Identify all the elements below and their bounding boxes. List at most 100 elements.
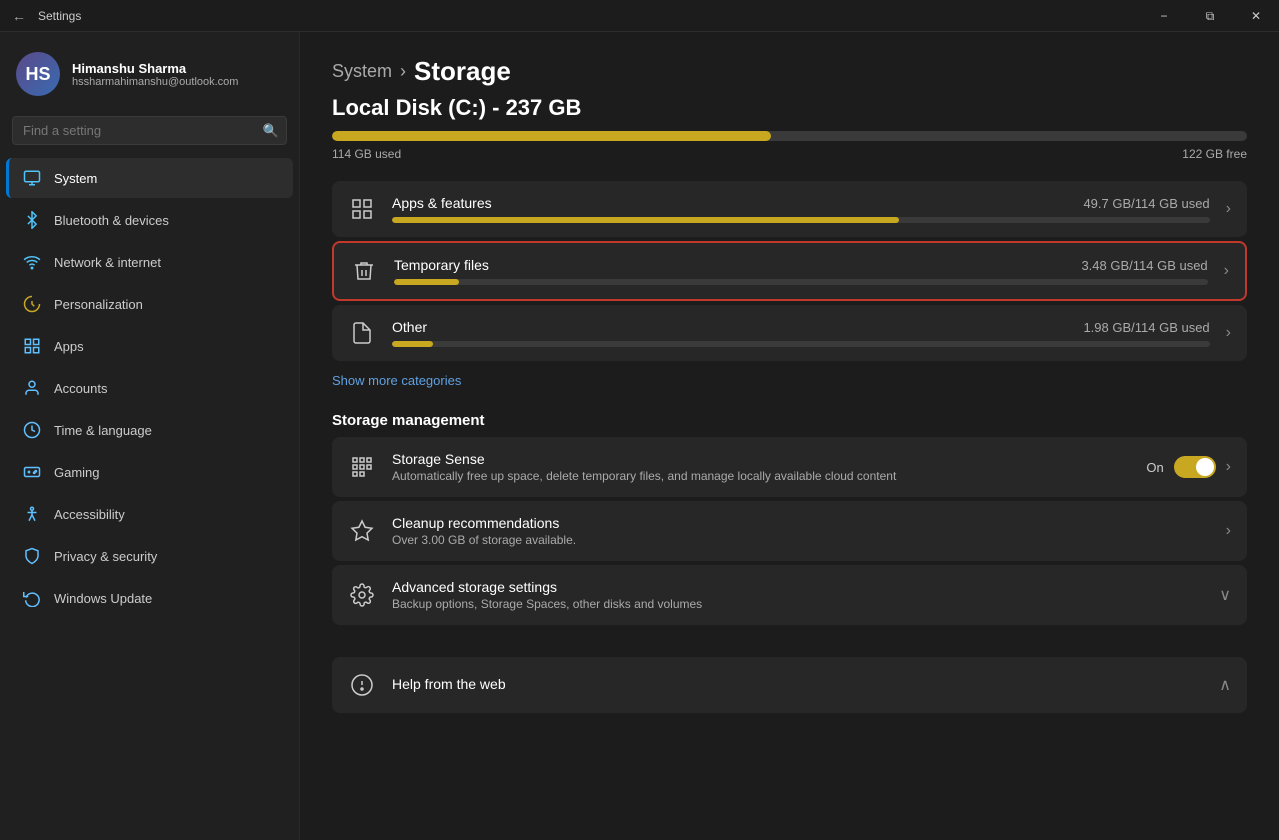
accounts-icon: [22, 378, 42, 398]
help-label: Help from the web: [392, 676, 1203, 692]
sidebar-item-accounts[interactable]: Accounts: [6, 368, 293, 408]
main-content: System › Storage Local Disk (C:) - 237 G…: [300, 32, 1279, 840]
mgmt-card-storage-sense[interactable]: Storage Sense Automatically free up spac…: [332, 437, 1247, 497]
apps-icon: [22, 336, 42, 356]
network-icon: [22, 252, 42, 272]
personalization-icon: [22, 294, 42, 314]
gaming-icon: [22, 462, 42, 482]
mgmt-card-cleanup[interactable]: Cleanup recommendations Over 3.00 GB of …: [332, 501, 1247, 561]
storage-card-temporary-files[interactable]: Temporary files 3.48 GB/114 GB used ›: [332, 241, 1247, 301]
storage-sense-icon: [348, 453, 376, 481]
close-button[interactable]: ✕: [1233, 0, 1279, 32]
storage-card-apps-features[interactable]: Apps & features 49.7 GB/114 GB used ›: [332, 181, 1247, 237]
breadcrumb-parent[interactable]: System: [332, 61, 392, 82]
temporary-files-content: Temporary files 3.48 GB/114 GB used: [394, 257, 1208, 285]
cleanup-icon: [348, 517, 376, 545]
temporary-files-bar-fill: [394, 279, 459, 285]
windows-update-icon: [22, 588, 42, 608]
apps-features-content: Apps & features 49.7 GB/114 GB used: [392, 195, 1210, 223]
other-content: Other 1.98 GB/114 GB used: [392, 319, 1210, 347]
other-icon: [348, 319, 376, 347]
temporary-files-size: 3.48 GB/114 GB used: [1081, 258, 1207, 273]
sidebar-label-time: Time & language: [54, 423, 152, 438]
show-more-link[interactable]: Show more categories: [332, 365, 461, 396]
breadcrumb-current: Storage: [414, 56, 511, 87]
storage-sense-label: Storage Sense: [392, 451, 1130, 467]
sidebar-label-accounts: Accounts: [54, 381, 107, 396]
sidebar-label-gaming: Gaming: [54, 465, 100, 480]
other-chevron: ›: [1226, 324, 1231, 342]
advanced-desc: Backup options, Storage Spaces, other di…: [392, 597, 1203, 611]
system-icon: [22, 168, 42, 188]
sidebar-item-network[interactable]: Network & internet: [6, 242, 293, 282]
storage-sense-right: On ›: [1146, 456, 1231, 478]
minimize-button[interactable]: −: [1141, 0, 1187, 32]
apps-features-size: 49.7 GB/114 GB used: [1083, 196, 1209, 211]
storage-management-title: Storage management: [332, 412, 1247, 429]
apps-features-chevron: ›: [1226, 200, 1231, 218]
temporary-files-label: Temporary files: [394, 257, 489, 273]
advanced-chevron-down: ∨: [1219, 585, 1231, 605]
other-bar-bg: [392, 341, 1210, 347]
other-label: Other: [392, 319, 427, 335]
sidebar-item-windows-update[interactable]: Windows Update: [6, 578, 293, 618]
back-button[interactable]: ←: [12, 8, 26, 24]
user-profile[interactable]: HS Himanshu Sharma hssharmahimanshu@outl…: [0, 32, 299, 112]
sidebar-item-personalization[interactable]: Personalization: [6, 284, 293, 324]
window-controls: − ⧉ ✕: [1141, 0, 1279, 32]
accessibility-icon: [22, 504, 42, 524]
help-chevron-up: ∧: [1219, 675, 1231, 695]
disk-used-label: 114 GB used: [332, 147, 401, 161]
disk-header: Local Disk (C:) - 237 GB 114 GB used 122…: [332, 95, 1247, 161]
apps-features-label: Apps & features: [392, 195, 492, 211]
sidebar-item-system[interactable]: System: [6, 158, 293, 198]
mgmt-card-advanced[interactable]: Advanced storage settings Backup options…: [332, 565, 1247, 625]
search-input[interactable]: [12, 116, 287, 145]
sidebar-item-time[interactable]: Time & language: [6, 410, 293, 450]
other-size: 1.98 GB/114 GB used: [1083, 320, 1209, 335]
cleanup-label: Cleanup recommendations: [392, 515, 1210, 531]
disk-bar-container: [332, 131, 1247, 141]
disk-free-label: 122 GB free: [1182, 147, 1247, 161]
cleanup-chevron: ›: [1226, 522, 1231, 540]
apps-features-bar-bg: [392, 217, 1210, 223]
restore-button[interactable]: ⧉: [1187, 0, 1233, 32]
temporary-files-chevron: ›: [1224, 262, 1229, 280]
disk-title: Local Disk (C:) - 237 GB: [332, 95, 1247, 121]
app-layout: HS Himanshu Sharma hssharmahimanshu@outl…: [0, 32, 1279, 840]
disk-stats: 114 GB used 122 GB free: [332, 147, 1247, 161]
cleanup-desc: Over 3.00 GB of storage available.: [392, 533, 1210, 547]
advanced-content: Advanced storage settings Backup options…: [392, 579, 1203, 611]
help-right: ∧: [1219, 675, 1231, 695]
help-section: Help from the web ∧: [332, 657, 1247, 713]
sidebar-item-privacy[interactable]: Privacy & security: [6, 536, 293, 576]
mgmt-card-help[interactable]: Help from the web ∧: [332, 657, 1247, 713]
avatar: HS: [16, 52, 60, 96]
titlebar-title: Settings: [38, 9, 81, 23]
cleanup-right: ›: [1226, 522, 1231, 540]
sidebar-item-gaming[interactable]: Gaming: [6, 452, 293, 492]
help-icon: [348, 671, 376, 699]
sidebar-label-apps: Apps: [54, 339, 84, 354]
help-content: Help from the web: [392, 676, 1203, 694]
sidebar-label-network: Network & internet: [54, 255, 161, 270]
apps-features-icon: [348, 195, 376, 223]
sidebar-item-apps[interactable]: Apps: [6, 326, 293, 366]
cleanup-content: Cleanup recommendations Over 3.00 GB of …: [392, 515, 1210, 547]
sidebar-label-personalization: Personalization: [54, 297, 143, 312]
sidebar-item-bluetooth[interactable]: Bluetooth & devices: [6, 200, 293, 240]
storage-card-other[interactable]: Other 1.98 GB/114 GB used ›: [332, 305, 1247, 361]
storage-sense-content: Storage Sense Automatically free up spac…: [392, 451, 1130, 483]
sidebar-item-accessibility[interactable]: Accessibility: [6, 494, 293, 534]
storage-sense-toggle[interactable]: [1174, 456, 1216, 478]
breadcrumb: System › Storage: [332, 56, 1247, 87]
sidebar-label-windows-update: Windows Update: [54, 591, 152, 606]
bluetooth-icon: [22, 210, 42, 230]
titlebar: ← Settings − ⧉ ✕: [0, 0, 1279, 32]
storage-sense-desc: Automatically free up space, delete temp…: [392, 469, 1130, 483]
advanced-label: Advanced storage settings: [392, 579, 1203, 595]
search-box[interactable]: 🔍: [12, 116, 287, 145]
sidebar-label-accessibility: Accessibility: [54, 507, 125, 522]
breadcrumb-separator: ›: [400, 61, 406, 82]
sidebar-label-privacy: Privacy & security: [54, 549, 157, 564]
